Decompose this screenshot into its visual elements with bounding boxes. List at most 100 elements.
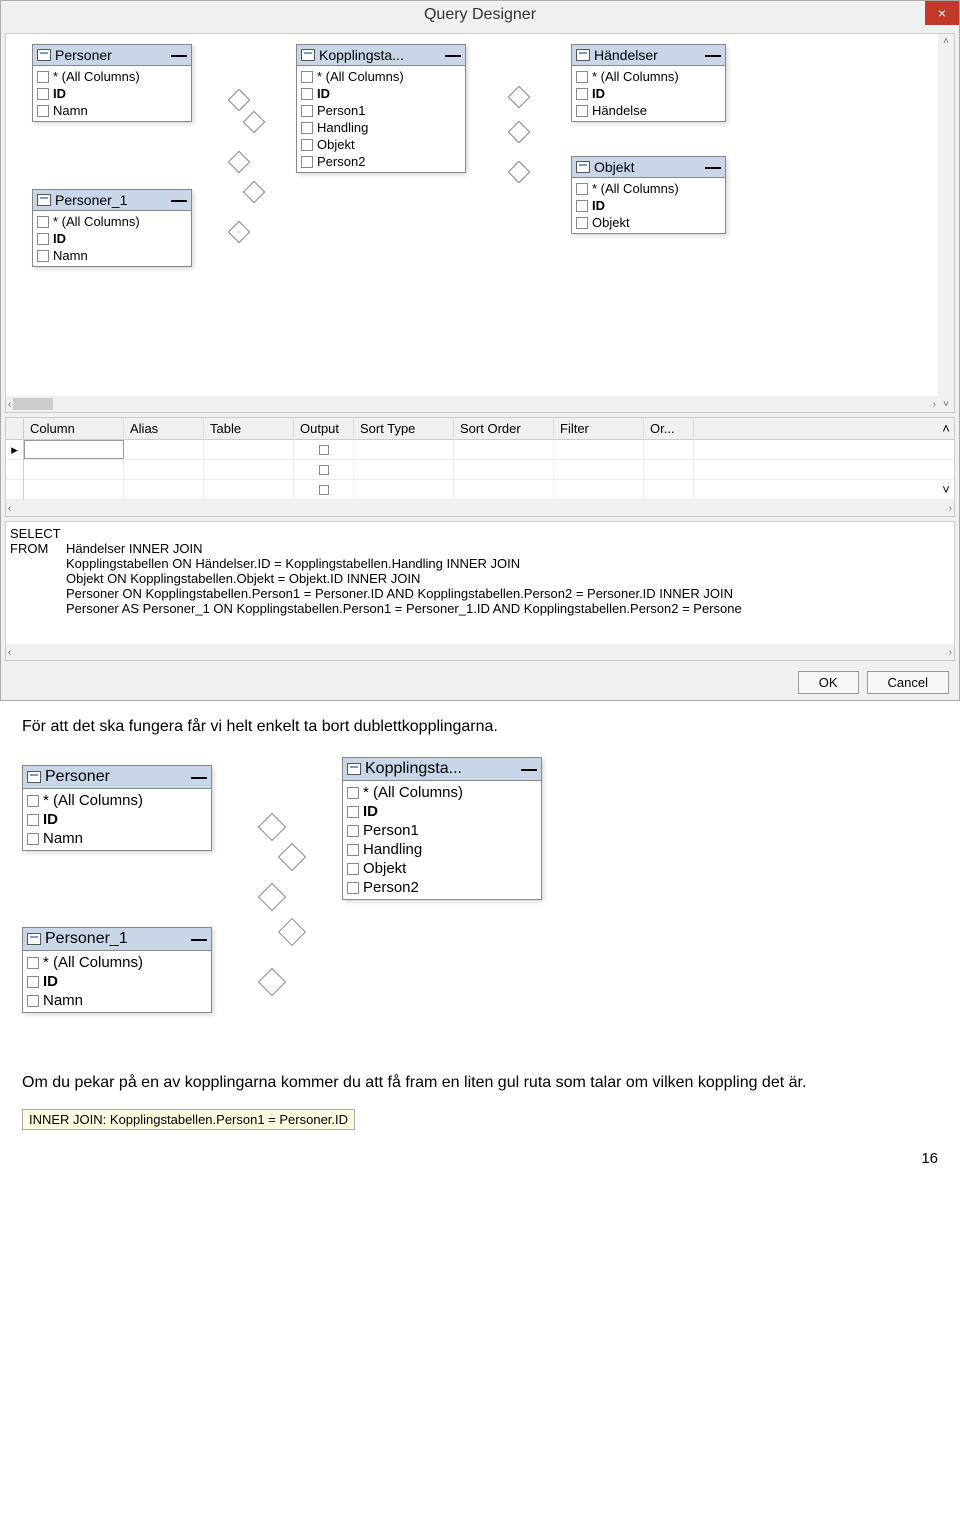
scroll-up-icon[interactable]: ˄ [943,36,949,47]
minimize-icon[interactable] [191,775,207,779]
join-diamond-icon[interactable] [508,121,531,144]
table-col[interactable]: ID [27,972,207,991]
minimize-icon[interactable] [191,937,207,941]
table-col[interactable]: Person1 [301,102,461,119]
join-diamond-icon[interactable] [243,111,266,134]
grid-col-header[interactable]: Output [294,419,354,438]
table-col[interactable]: Handling [301,119,461,136]
grid-col-header[interactable]: Sort Type [354,419,454,438]
table-handelser[interactable]: Händelser * (All Columns) ID Händelse [571,44,726,122]
join-diamond-icon[interactable] [278,843,306,871]
table-col[interactable]: ID [37,85,187,102]
join-diamond-icon[interactable] [258,813,286,841]
sql-pane[interactable]: SELECT FROMHändelser INNER JOIN Koppling… [5,521,955,661]
scroll-left-icon[interactable]: ‹ [8,399,11,410]
scroll-right-icon[interactable]: › [949,647,952,658]
scroll-right-icon[interactable]: › [933,399,936,410]
table-personer-1[interactable]: Personer_1 * (All Columns) ID Namn [32,189,192,267]
table-col[interactable]: Namn [37,102,187,119]
grid-col-header[interactable]: Column [24,419,124,438]
table-col[interactable]: Namn [27,829,207,848]
table-col[interactable]: * (All Columns) [576,68,721,85]
table-col[interactable]: * (All Columns) [576,180,721,197]
scroll-down-icon[interactable]: ˅ [938,482,954,497]
grid-col-header[interactable]: Sort Order [454,419,554,438]
join-diamond-icon[interactable] [228,221,251,244]
table-header[interactable]: Objekt [572,157,725,178]
minimize-icon[interactable] [445,53,461,57]
join-diamond-icon[interactable] [243,181,266,204]
table-col[interactable]: ID [576,85,721,102]
table-col[interactable]: Namn [27,991,207,1010]
table-col[interactable]: ID [37,230,187,247]
grid-col-header[interactable]: Filter [554,419,644,438]
table-col[interactable]: Objekt [301,136,461,153]
table-col[interactable]: Objekt [347,859,537,878]
grid-row[interactable]: ▸ [6,440,954,460]
minimize-icon[interactable] [705,53,721,57]
minimize-icon[interactable] [171,198,187,202]
scroll-right-icon[interactable]: › [949,503,952,514]
table-header[interactable]: Kopplingsta... [297,45,465,66]
table-col[interactable]: Namn [37,247,187,264]
table-col[interactable]: * (All Columns) [27,953,207,972]
horizontal-scrollbar[interactable]: ‹ › [6,500,954,516]
table-header[interactable]: Personer [23,766,211,789]
minimize-icon[interactable] [521,767,537,771]
table-col[interactable]: ID [347,802,537,821]
output-checkbox[interactable] [319,485,329,495]
table-col[interactable]: Person2 [347,878,537,897]
ok-button[interactable]: OK [798,671,859,694]
table-header[interactable]: Personer [33,45,191,66]
table-header[interactable]: Händelser [572,45,725,66]
join-diamond-icon[interactable] [508,86,531,109]
table-personer-1[interactable]: Personer_1 * (All Columns) ID Namn [22,927,212,1013]
table-kopplingstabellen[interactable]: Kopplingsta... * (All Columns) ID Person… [296,44,466,173]
table-header[interactable]: Personer_1 [23,928,211,951]
vertical-scrollbar[interactable]: ˄ ˅ [938,34,954,412]
table-kopplingstabellen[interactable]: Kopplingsta... * (All Columns) ID Person… [342,757,542,900]
table-col[interactable]: Handling [347,840,537,859]
scroll-up-icon[interactable]: ˄ [938,421,954,436]
table-col[interactable]: ID [27,810,207,829]
join-diamond-icon[interactable] [258,883,286,911]
grid-col-header[interactable]: Table [204,419,294,438]
table-col[interactable]: * (All Columns) [37,213,187,230]
table-col[interactable]: Person1 [347,821,537,840]
table-col[interactable]: * (All Columns) [301,68,461,85]
output-checkbox[interactable] [319,445,329,455]
join-diamond-icon[interactable] [228,89,251,112]
minimize-icon[interactable] [705,165,721,169]
grid-row[interactable] [6,460,954,480]
table-header[interactable]: Kopplingsta... [343,758,541,781]
table-col[interactable]: * (All Columns) [37,68,187,85]
row-selector-icon[interactable]: ▸ [6,440,24,460]
table-header[interactable]: Personer_1 [33,190,191,211]
close-icon[interactable]: × [925,1,959,25]
grid-row[interactable]: ˅ [6,480,954,500]
scroll-down-icon[interactable]: ˅ [943,399,949,410]
table-col[interactable]: * (All Columns) [27,791,207,810]
grid-col-header[interactable]: Or... [644,419,694,438]
join-diamond-icon[interactable] [258,968,286,996]
join-diamond-icon[interactable] [278,918,306,946]
table-objekt[interactable]: Objekt * (All Columns) ID Objekt [571,156,726,234]
table-col[interactable]: Objekt [576,214,721,231]
table-col[interactable]: Händelse [576,102,721,119]
scroll-left-icon[interactable]: ‹ [8,647,11,658]
table-personer[interactable]: Personer * (All Columns) ID Namn [32,44,192,122]
minimize-icon[interactable] [171,53,187,57]
table-col[interactable]: * (All Columns) [347,783,537,802]
table-col[interactable]: ID [576,197,721,214]
grid-col-header[interactable]: Alias [124,419,204,438]
diagram-pane[interactable]: Personer * (All Columns) ID Namn Persone… [5,33,955,413]
scroll-left-icon[interactable]: ‹ [8,503,11,514]
horizontal-scrollbar[interactable]: ‹ › [6,396,938,412]
cancel-button[interactable]: Cancel [867,671,949,694]
table-col[interactable]: ID [301,85,461,102]
join-diamond-icon[interactable] [228,151,251,174]
horizontal-scrollbar[interactable]: ‹ › [6,644,954,660]
join-diamond-icon[interactable] [508,161,531,184]
output-checkbox[interactable] [319,465,329,475]
criteria-grid[interactable]: Column Alias Table Output Sort Type Sort… [5,417,955,517]
